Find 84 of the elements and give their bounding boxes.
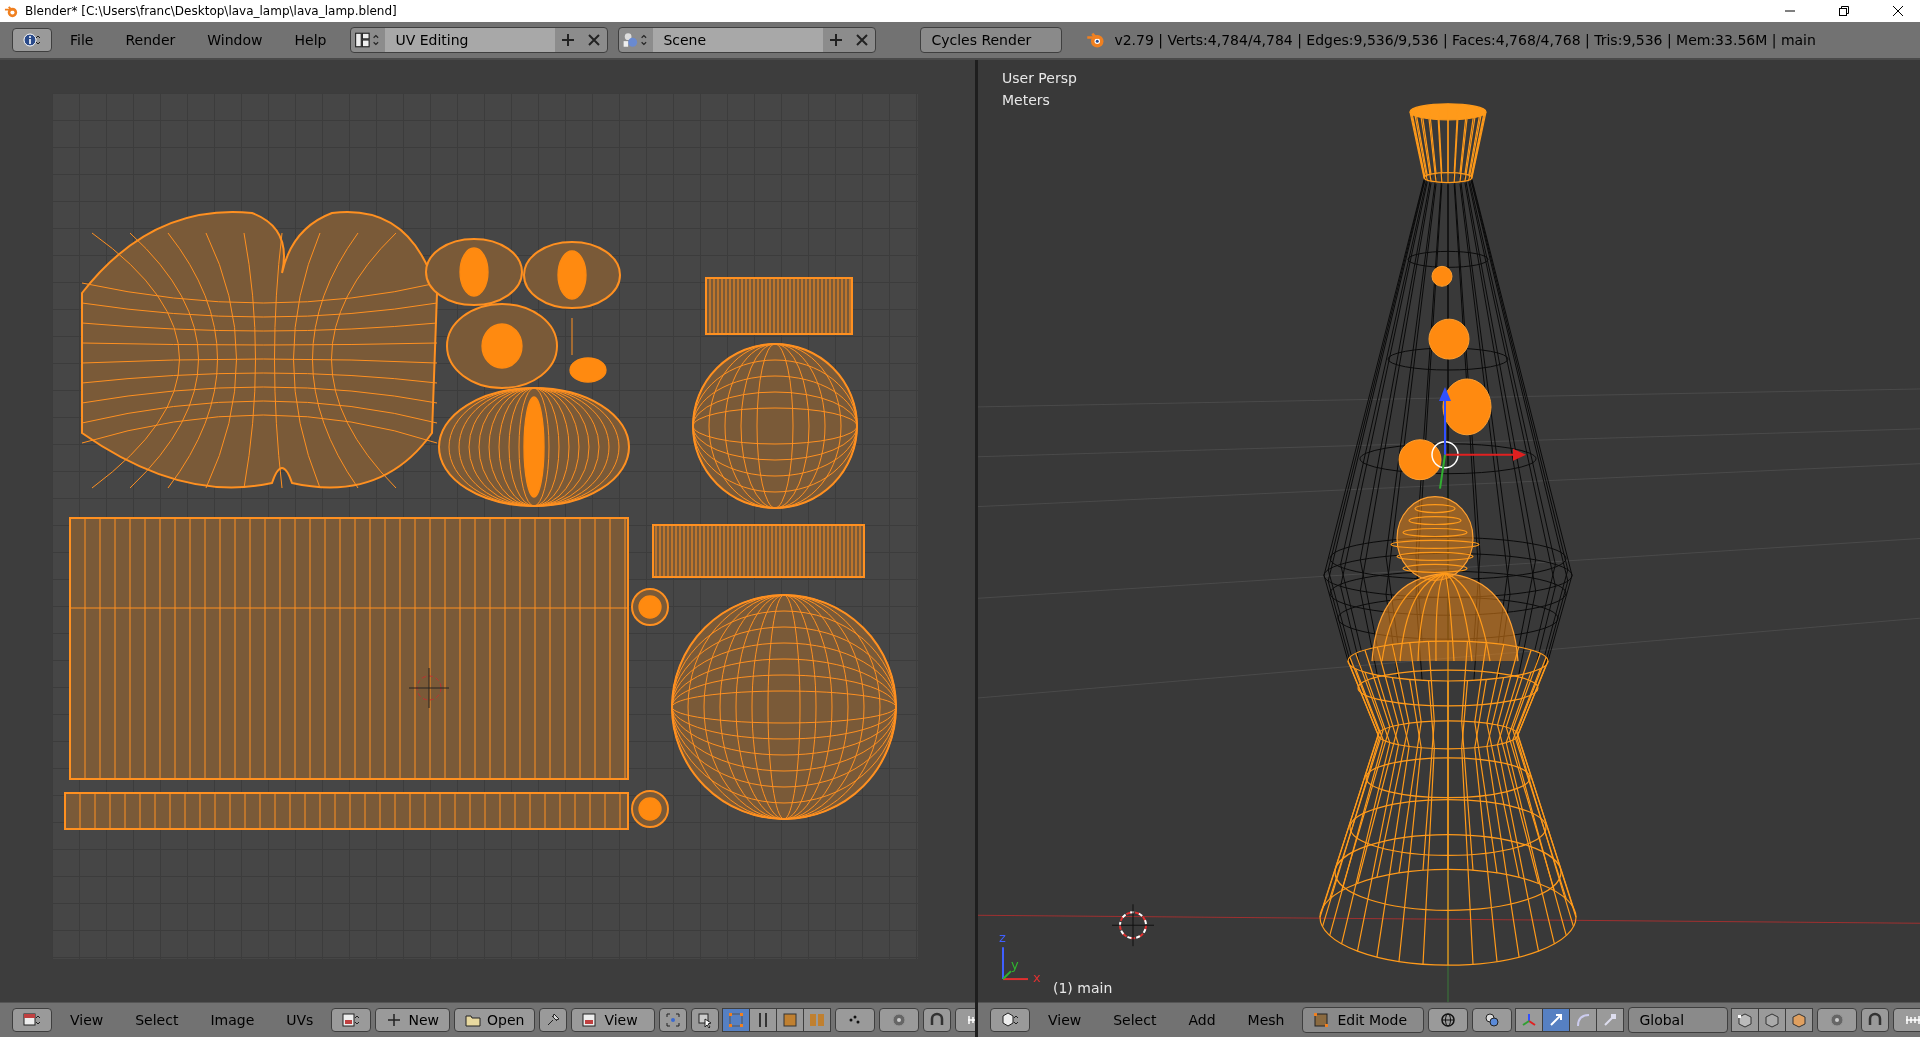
menu-item[interactable]: UVs [272,1008,328,1032]
select-mode-button[interactable] [776,1008,805,1032]
rotate-icon [1575,1012,1592,1028]
manipulator-button[interactable] [1596,1008,1625,1032]
proportional-editing-button[interactable] [879,1008,920,1032]
window-title: Blender* [C:\Users\franc\Desktop\lava_lamp\lava_lamp.blend] [25,4,397,18]
snap-button[interactable] [1861,1008,1890,1032]
menu-item[interactable]: Help [280,28,341,52]
menu-item[interactable]: Render [111,28,190,52]
circles-icon [1484,1012,1501,1028]
menu-item[interactable]: Window [193,28,277,52]
open-image-button[interactable]: Open [453,1008,536,1032]
sync-selection-button[interactable] [691,1008,720,1032]
uv-island-drawing [569,317,607,383]
menu-item[interactable]: File [56,28,108,52]
snap-button[interactable] [923,1008,952,1032]
axis-label: z [999,930,1006,945]
globe-icon [1440,1012,1457,1028]
cursor-select-icon [697,1012,714,1028]
uv-island-drawing [631,588,669,626]
face-select-button[interactable] [1785,1008,1814,1032]
circle-icon [1829,1012,1846,1028]
menu-item[interactable]: Add [1174,1008,1230,1032]
scene-statistics: v2.79 | Verts:4,784/4,784 | Edges:9,536/9,536 | Faces:4,768/4,768 | Tris:9,536 | Mem:33.56M | main [1114,32,1816,48]
view-mode-dropdown[interactable]: View [571,1008,656,1032]
3d-cursor-icon [1111,903,1155,947]
image-browse-button[interactable] [331,1008,372,1032]
axes-icon [1521,1012,1538,1028]
manipulator-button[interactable] [1542,1008,1571,1032]
pin-button[interactable] [539,1008,568,1032]
select-mode-button[interactable] [803,1008,832,1032]
viewport-shading-button[interactable] [1428,1008,1469,1032]
editor-type-button[interactable] [12,1008,52,1032]
cube-icon [1737,1012,1754,1028]
scene-selector[interactable]: Scene [618,27,877,53]
select-mode-button[interactable] [722,1008,751,1032]
sticky-selection-button[interactable] [835,1008,876,1032]
magnet-icon [1867,1012,1884,1028]
menu-item[interactable]: Select [121,1008,193,1032]
manipulator-button[interactable] [1569,1008,1598,1032]
mode-dropdown[interactable]: Edit Mode [1302,1007,1425,1033]
edge-select-button[interactable] [1758,1008,1787,1032]
island-select-icon [809,1012,826,1028]
transform-orientation-dropdown[interactable]: Global [1628,1007,1729,1033]
select-mode-button[interactable] [749,1008,778,1032]
restore-icon[interactable] [1838,5,1850,17]
proportional-editing-button[interactable] [1817,1008,1858,1032]
magnet-icon [929,1012,946,1028]
image-icon [582,1012,599,1028]
pin-icon [545,1012,562,1028]
menu-item[interactable]: Image [196,1008,269,1032]
editor-type-button[interactable] [12,28,52,52]
pivot-point-button[interactable] [1472,1008,1513,1032]
translate-icon [1548,1012,1565,1028]
new-image-button[interactable]: New [375,1008,450,1032]
vertex-select-icon [728,1012,745,1028]
scale-icon [1602,1012,1619,1028]
units-label: Meters [1002,92,1051,108]
2d-cursor-icon [408,667,450,709]
menu-item[interactable]: View [1034,1008,1096,1032]
blender-logo-icon [4,3,19,19]
view-name-label: User Persp [1002,70,1077,86]
menu-item[interactable]: Select [1099,1008,1171,1032]
edit-mode-icon [1313,1012,1330,1028]
uv-island-drawing [631,790,669,828]
render-engine-dropdown[interactable]: Cycles Render [920,27,1063,53]
close-icon[interactable] [1892,5,1904,17]
menu-item[interactable]: View [56,1008,118,1032]
cube-icon [1791,1012,1808,1028]
axis-label: x [1033,970,1041,985]
circle-icon [891,1012,908,1028]
pivot-icon [665,1012,682,1028]
pivot-button[interactable] [659,1008,688,1032]
screen-layout-selector[interactable]: UV Editing [350,27,609,53]
object-label: (1) main [1053,980,1113,996]
axis-label: y [1011,957,1019,972]
axis-gizmo-icon [1002,946,1029,981]
menu-item[interactable]: Mesh [1233,1008,1299,1032]
face-select-icon [782,1012,799,1028]
cube-icon [1764,1012,1781,1028]
editor-type-button[interactable] [990,1008,1030,1032]
vertex-select-button[interactable] [1731,1008,1760,1032]
folder-icon [464,1012,481,1028]
plus-icon [386,1012,403,1028]
